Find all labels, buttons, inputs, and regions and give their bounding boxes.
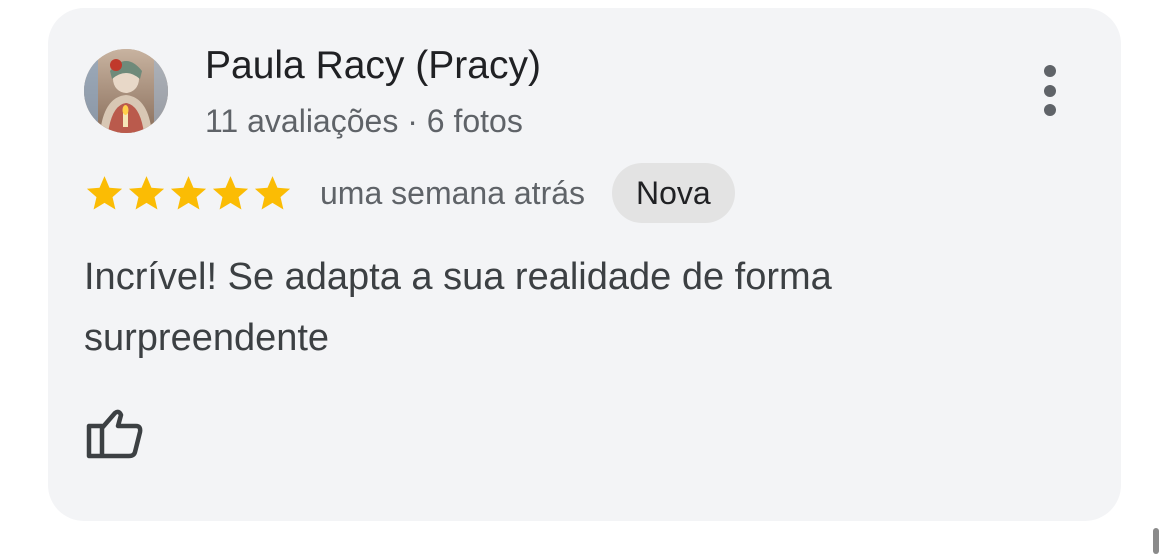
star-icon bbox=[128, 175, 165, 210]
more-options-button[interactable] bbox=[1026, 60, 1074, 124]
star-icon bbox=[170, 175, 207, 210]
avatar-photo bbox=[84, 49, 168, 133]
review-time: uma semana atrás bbox=[320, 174, 586, 211]
author-meta: 11 avaliações · 6 fotos bbox=[205, 103, 523, 139]
author-name[interactable]: Paula Racy (Pracy) bbox=[205, 40, 541, 92]
scrollbar[interactable] bbox=[1153, 528, 1159, 554]
star-icon bbox=[212, 175, 249, 210]
new-badge: Nova bbox=[612, 163, 735, 223]
star-icon bbox=[254, 175, 291, 210]
star-rating bbox=[84, 173, 293, 214]
review-text: Incrível! Se adapta a sua realidade de f… bbox=[84, 256, 832, 359]
like-button[interactable] bbox=[84, 406, 146, 466]
more-vert-icon bbox=[1044, 65, 1056, 116]
avatar[interactable] bbox=[84, 49, 168, 133]
star-icon bbox=[86, 175, 123, 210]
thumb-up-icon bbox=[86, 409, 143, 459]
rating-row: uma semana atrás Nova bbox=[84, 163, 735, 223]
